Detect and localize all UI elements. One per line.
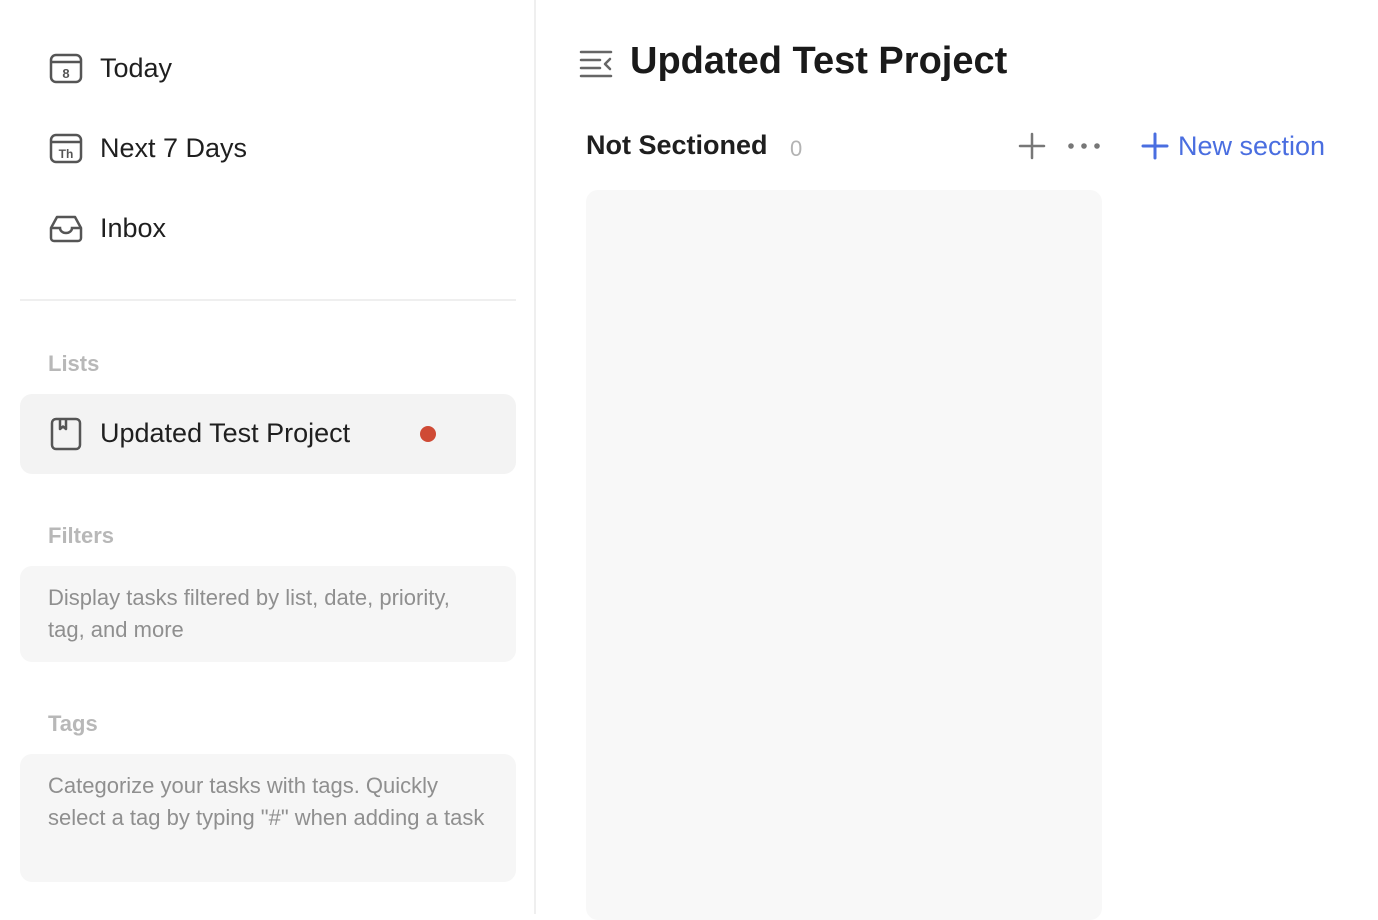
sidebar-item-label: Next 7 Days xyxy=(100,132,248,163)
new-section-button[interactable]: New section xyxy=(1140,128,1325,164)
add-task-icon[interactable] xyxy=(1016,130,1048,162)
calendar-today-icon: 8 xyxy=(49,53,83,84)
new-section-label: New section xyxy=(1178,130,1326,161)
filters-section-title[interactable]: Filters xyxy=(48,523,114,549)
sidebar-item-label: Updated Test Project xyxy=(100,418,351,448)
tags-hint: Categorize your tasks with tags. Quickly… xyxy=(20,754,516,882)
sidebar-item-updated-test-project[interactable]: Updated Test Project xyxy=(20,394,516,474)
plus-icon xyxy=(1141,132,1169,160)
project-list-icon xyxy=(50,417,82,451)
column-title[interactable]: Not Sectioned xyxy=(586,130,768,161)
sidebar-item-today[interactable]: 8 Today xyxy=(20,28,516,108)
sidebar-item-label: Inbox xyxy=(100,212,167,243)
inbox-icon xyxy=(49,215,83,243)
sidebar-item-next-7-days[interactable]: Th Next 7 Days xyxy=(20,108,516,188)
lists-section-title[interactable]: Lists xyxy=(48,351,99,377)
sidebar-item-inbox[interactable]: Inbox xyxy=(20,188,516,268)
column-task-count: 0 xyxy=(790,136,803,161)
more-options-icon[interactable] xyxy=(1066,130,1102,162)
sidebar-divider xyxy=(20,299,516,301)
sidebar: 8 Today Th Next 7 Days Inbox Lists Updat… xyxy=(0,0,536,914)
calendar-week-icon: Th xyxy=(49,133,83,164)
tags-section-title[interactable]: Tags xyxy=(48,711,98,737)
collapse-sidebar-icon[interactable] xyxy=(578,46,614,82)
kanban-column-drop-area[interactable] xyxy=(586,190,1102,920)
svg-text:Th: Th xyxy=(59,147,74,161)
filters-hint: Display tasks filtered by list, date, pr… xyxy=(20,566,516,662)
main-panel: Updated Test Project Not Sectioned 0 New… xyxy=(538,0,1378,920)
unsaved-indicator-dot xyxy=(420,426,436,442)
sidebar-item-label: Today xyxy=(100,52,173,83)
svg-text:8: 8 xyxy=(62,66,69,81)
page-title: Updated Test Project xyxy=(630,40,1008,82)
